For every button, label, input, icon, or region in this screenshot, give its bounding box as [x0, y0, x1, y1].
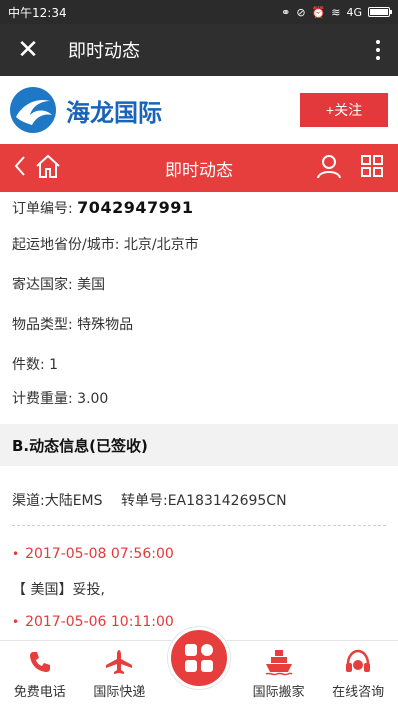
tab-free-call[interactable]: 免费电话: [0, 641, 80, 708]
transfer-number: 转单号:EA183142695CN: [120, 493, 287, 509]
page-header: 即时动态: [0, 144, 398, 192]
item-type-row: 物品类型: 特殊物品: [12, 317, 134, 333]
home-icon[interactable]: [34, 153, 62, 183]
tab-moving[interactable]: 国际搬家: [239, 641, 319, 708]
origin-row: 起运地省份/城市: 北京/北京市: [12, 237, 199, 253]
grid-menu-icon[interactable]: [360, 154, 384, 182]
user-icon[interactable]: [316, 153, 342, 183]
follow-button[interactable]: +关注: [300, 93, 388, 127]
status-bar: 中午12:34 ⚭ ⊘ ⏰ ≋ 4G: [0, 0, 398, 24]
status-icons: ⚭ ⊘ ⏰ ≋ 4G: [281, 5, 392, 19]
tab-label: 在线咨询: [332, 685, 385, 700]
ship-icon: [264, 647, 294, 677]
wifi-icon: ≋: [331, 5, 341, 19]
brand-logo: [10, 87, 56, 133]
network-type: 4G: [346, 5, 362, 19]
nav-title: 即时动态: [68, 41, 140, 62]
tracking-content: 订单编号: 7042947991 起运地省份/城市: 北京/北京市 寄达国家: …: [0, 192, 398, 640]
top-nav: ✕ 即时动态: [0, 24, 398, 76]
tab-center[interactable]: [159, 627, 239, 708]
channel-text: 渠道:大陆EMS: [12, 493, 103, 509]
pieces-row: 件数: 1: [12, 357, 59, 373]
apps-icon: [184, 644, 213, 672]
bottom-tab-bar: 免费电话 国际快递 国际搬家 在线咨询: [0, 627, 398, 708]
event-time: 2017-05-06 10:11:00: [12, 614, 174, 630]
divider: [12, 525, 386, 526]
airplane-icon: [104, 647, 134, 677]
mute-icon: ⊘: [296, 5, 306, 19]
tab-label: 国际快递: [93, 685, 146, 700]
link-icon: ⚭: [281, 5, 291, 19]
center-menu-button[interactable]: [167, 627, 230, 689]
destination-row: 寄达国家: 美国: [12, 277, 106, 293]
tab-label: 免费电话: [13, 685, 66, 700]
back-icon[interactable]: [12, 154, 28, 182]
tab-consult[interactable]: 在线咨询: [318, 641, 398, 708]
page-title: 即时动态: [165, 160, 233, 181]
order-number-label: 订单编号:: [12, 201, 73, 217]
tab-express[interactable]: 国际快递: [80, 641, 160, 708]
close-icon[interactable]: ✕: [0, 35, 56, 65]
section-b-header: B.动态信息(已签收): [0, 424, 398, 466]
phone-icon: [27, 647, 53, 677]
order-number-row: 订单编号: 7042947991: [12, 198, 194, 218]
battery-icon: [368, 7, 392, 17]
channel-row: 渠道:大陆EMS 转单号:EA183142695CN: [12, 490, 287, 510]
tab-label: 国际搬家: [252, 685, 305, 700]
status-time: 中午12:34: [8, 5, 67, 20]
alarm-icon: ⏰: [311, 5, 326, 19]
order-number-value: 7042947991: [77, 198, 194, 217]
event-time: 2017-05-08 07:56:00: [12, 546, 174, 562]
event-desc: 【 美国】妥投,: [12, 582, 105, 598]
more-icon[interactable]: [358, 40, 398, 60]
brand-name: 海龙国际: [66, 98, 162, 127]
headset-icon: [344, 647, 372, 677]
weight-row: 计费重量: 3.00: [12, 391, 109, 407]
brand-bar: 海龙国际 +关注: [0, 76, 398, 144]
